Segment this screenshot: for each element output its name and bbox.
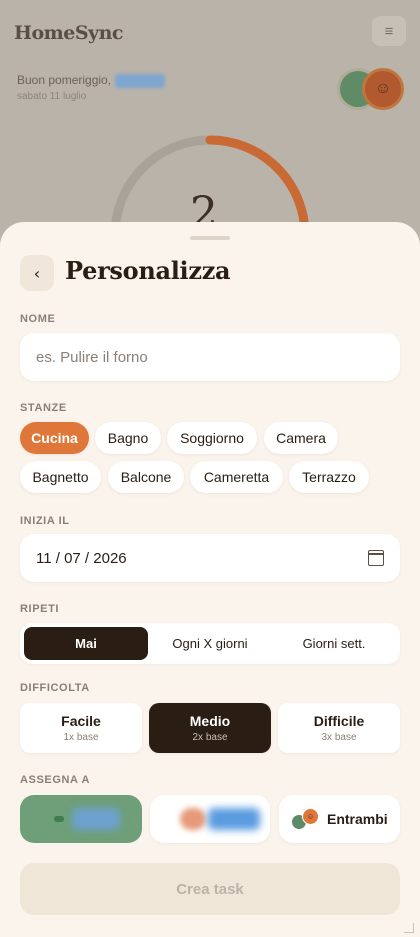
repeat-option-mai[interactable]: Mai [24,627,148,660]
repeat-option-weekdays[interactable]: Giorni sett. [272,627,396,660]
start-date-field[interactable]: 11 / 07 / 2026 [20,534,400,582]
calendar-icon[interactable] [368,550,384,566]
room-chip-balcone[interactable]: Balcone [108,461,184,493]
progress-ring-arc [205,135,310,240]
app-logo: HomeSync [14,22,123,44]
greeting-text: Buon pomeriggio, [17,73,112,87]
background-app: HomeSync ≡ Buon pomeriggio, sabato 11 lu… [0,0,420,335]
greeting: Buon pomeriggio, [17,73,166,88]
room-chip-cameretta[interactable]: Cameretta [190,461,283,493]
avatar-face-icon: ☺ [306,812,315,821]
room-chip-cucina[interactable]: Cucina [20,422,89,454]
assign-option-both[interactable]: ☺ Entrambi [279,795,400,843]
assign-option-user-2[interactable] [150,795,270,843]
both-users-avatars: ☺ [291,806,323,832]
difficulty-option-difficile[interactable]: Difficile 3x base [278,703,400,753]
menu-button[interactable]: ≡ [372,16,406,46]
difficulty-multiplier: 2x base [192,732,228,743]
name-label: NOME [20,313,56,325]
difficulty-label: DIFFICOLTA [20,682,90,694]
user-1-avatar [54,816,64,822]
difficulty-option-facile[interactable]: Facile 1x base [20,703,142,753]
assign-label: ASSEGNA A [20,774,90,786]
redacted-user-2-name [208,808,260,830]
room-chip-bagnetto[interactable]: Bagnetto [20,461,101,493]
assign-both-label: Entrambi [327,811,388,827]
name-field[interactable] [20,333,400,381]
menu-icon: ≡ [384,22,394,40]
room-chip-camera[interactable]: Camera [264,422,338,454]
user-2-mini-avatar: ☺ [302,808,319,825]
chevron-left-icon: ‹ [33,263,41,283]
difficulty-title: Medio [189,713,231,729]
repeat-option-every-x-days[interactable]: Ogni X giorni [148,627,272,660]
room-chip-bagno[interactable]: Bagno [95,422,161,454]
start-date-value: 11 / 07 / 2026 [36,549,127,567]
avatar-user-2[interactable]: ☺ [362,68,404,110]
sheet-grabber[interactable] [190,236,230,240]
sheet-title: Personalizza [65,256,231,285]
name-input[interactable] [36,348,384,366]
rooms-label: STANZE [20,402,67,414]
start-date-label: INIZIA IL [20,515,70,527]
redacted-user-1-name [72,808,120,830]
difficulty-multiplier: 1x base [63,732,99,743]
difficulty-option-medio[interactable]: Medio 2x base [149,703,271,753]
avatar-face-icon: ☺ [374,80,392,97]
resize-handle [404,923,414,933]
repeat-segmented-control: Mai Ogni X giorni Giorni sett. [20,623,400,664]
repeat-label: RIPETI [20,603,60,615]
difficulty-title: Difficile [313,713,365,729]
room-chip-soggiorno[interactable]: Soggiorno [167,422,257,454]
user-2-avatar [180,808,206,830]
redacted-name [115,73,166,88]
greeting-date: sabato 11 luglio [17,91,87,102]
personalize-sheet: ‹ Personalizza NOME STANZE Cucina Bagno … [0,222,420,937]
back-button[interactable]: ‹ [20,255,54,291]
difficulty-multiplier: 3x base [321,732,357,743]
difficulty-title: Facile [61,713,101,729]
room-chip-terrazzo[interactable]: Terrazzo [289,461,369,493]
create-task-button[interactable]: Crea task [20,863,400,915]
assign-option-user-1[interactable] [20,795,142,843]
